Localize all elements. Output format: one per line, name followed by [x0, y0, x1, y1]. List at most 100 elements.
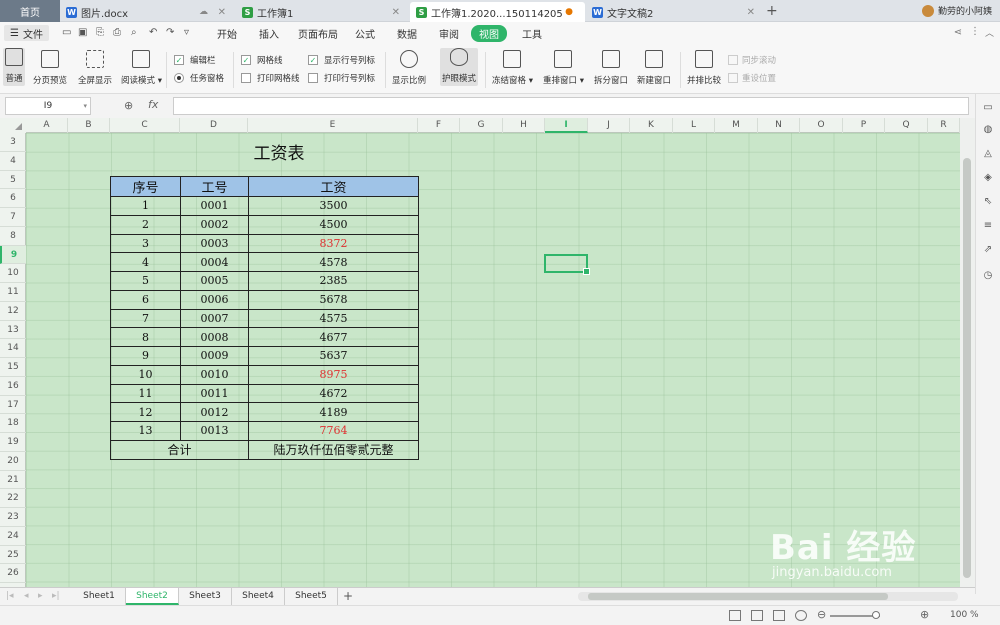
seq-cell[interactable]: 10 [110, 364, 181, 385]
column-header[interactable]: G [460, 118, 503, 133]
menu-data[interactable]: 数据 [397, 26, 417, 41]
sheet-tab[interactable]: Sheet3 [179, 588, 232, 605]
redo-icon[interactable]: ↷ [166, 27, 174, 38]
next-sheet-icon[interactable]: ▸ [38, 591, 43, 601]
header-cell[interactable]: 工资 [248, 176, 419, 197]
eye-protection-button[interactable]: 护眼模式 [440, 48, 479, 86]
settings-icon[interactable]: ≡ [982, 220, 994, 232]
column-header[interactable]: A [26, 118, 68, 133]
zoom-button[interactable]: 显示比例 [392, 50, 426, 86]
collapse-ribbon-icon[interactable]: ︿ [985, 26, 994, 39]
show-headers-checkbox[interactable]: ✓ 显示行号列标 [308, 54, 375, 66]
customize-icon[interactable]: ▿ [184, 27, 189, 38]
close-tab-icon[interactable]: ✕ [747, 7, 755, 18]
page-break-preview-button[interactable]: 分页预览 [33, 50, 67, 86]
horizontal-scrollbar[interactable] [578, 592, 958, 601]
new-tab-icon[interactable]: + [766, 3, 778, 19]
employee-id-cell[interactable]: 0011 [180, 383, 249, 404]
salary-cell[interactable]: 4500 [248, 214, 419, 235]
save-icon[interactable]: ▣ [78, 27, 87, 38]
formula-input[interactable] [173, 97, 969, 115]
page-layout-icon[interactable] [751, 610, 763, 621]
sheet-tab[interactable]: Sheet1 [73, 588, 126, 605]
reset-position-button[interactable]: 重设位置 [728, 72, 776, 84]
split-window-button[interactable]: 拆分窗口 [594, 50, 628, 86]
row-header[interactable]: 25 [0, 546, 26, 565]
row-header[interactable]: 14 [0, 339, 26, 358]
row-header[interactable]: 7 [0, 208, 26, 227]
reading-mode-button[interactable]: 阅读模式 ▾ [121, 50, 162, 86]
select-pointer-icon[interactable]: ⇖ [982, 196, 994, 208]
first-sheet-icon[interactable]: |◂ [6, 591, 14, 601]
column-header-selected[interactable]: I [545, 118, 588, 133]
employee-id-cell[interactable]: 0007 [180, 308, 249, 329]
vertical-scroll-thumb[interactable] [963, 158, 971, 578]
column-header[interactable]: N [758, 118, 800, 133]
eye-mode-icon[interactable] [795, 610, 807, 621]
seq-cell[interactable]: 2 [110, 214, 181, 235]
menu-insert[interactable]: 插入 [259, 26, 279, 41]
salary-cell[interactable]: 3500 [248, 196, 419, 216]
seq-cell[interactable]: 5 [110, 271, 181, 291]
employee-id-cell[interactable]: 0006 [180, 289, 249, 310]
row-header[interactable]: 15 [0, 358, 26, 377]
new-window-button[interactable]: 新建窗口 [637, 50, 671, 86]
style-icon[interactable]: ◍ [982, 124, 994, 136]
history-icon[interactable]: ◷ [982, 270, 994, 282]
zoom-in-icon[interactable]: ⊕ [920, 608, 929, 621]
row-header[interactable]: 5 [0, 171, 26, 190]
header-cell[interactable]: 序号 [110, 176, 181, 197]
employee-id-cell[interactable]: 0013 [180, 421, 249, 441]
sync-scroll-button[interactable]: 同步滚动 [728, 54, 776, 66]
fullscreen-button[interactable]: 全屏显示 [78, 50, 112, 86]
row-header[interactable]: 26 [0, 564, 26, 583]
salary-cell[interactable]: 7764 [248, 421, 419, 441]
zoom-percentage[interactable]: 100 % [950, 610, 979, 620]
close-tab-icon[interactable]: ✕ [392, 7, 400, 18]
sheet-tab[interactable]: Sheet5 [285, 588, 338, 605]
row-header[interactable]: 3 [0, 133, 26, 152]
more-icon[interactable]: ⋮ [970, 26, 980, 37]
row-header[interactable]: 9 [0, 245, 26, 265]
employee-id-cell[interactable]: 0002 [180, 214, 249, 235]
salary-cell[interactable]: 4189 [248, 402, 419, 422]
column-header[interactable]: R [928, 118, 960, 133]
column-header[interactable]: Q [885, 118, 928, 133]
side-by-side-button[interactable]: 并排比较 [687, 50, 721, 86]
tab-text-doc2[interactable]: W 文字文稿2 ✕ [586, 2, 761, 22]
row-header[interactable]: 8 [0, 227, 26, 246]
salary-cell[interactable]: 8372 [248, 233, 419, 254]
menu-formulas[interactable]: 公式 [355, 26, 375, 41]
column-header[interactable]: C [110, 118, 180, 133]
page-break-view-icon[interactable] [773, 610, 785, 621]
edit-bar-checkbox[interactable]: ✓ 编辑栏 [174, 54, 216, 66]
arrange-windows-button[interactable]: 重排窗口 ▾ [543, 50, 584, 86]
zoom-out-icon[interactable]: ⊖ [817, 608, 826, 621]
menu-view[interactable]: 视图 [471, 25, 507, 42]
total-label-cell[interactable]: 合计 [110, 439, 249, 460]
normal-view-icon[interactable] [729, 610, 741, 621]
salary-cell[interactable]: 5678 [248, 289, 419, 310]
menu-page-layout[interactable]: 页面布局 [298, 26, 338, 41]
employee-id-cell[interactable]: 0004 [180, 252, 249, 272]
row-header[interactable]: 4 [0, 152, 26, 171]
column-header[interactable]: O [800, 118, 843, 133]
freeze-panes-button[interactable]: 冻结窗格 ▾ [492, 50, 533, 86]
employee-id-cell[interactable]: 0012 [180, 402, 249, 422]
seq-cell[interactable]: 11 [110, 383, 181, 404]
task-pane-checkbox[interactable]: 任务窗格 [174, 72, 224, 84]
salary-cell[interactable]: 8975 [248, 364, 419, 385]
horizontal-scroll-thumb[interactable] [588, 593, 888, 600]
row-header[interactable]: 11 [0, 283, 26, 302]
seq-cell[interactable]: 1 [110, 196, 181, 216]
salary-cell[interactable]: 4575 [248, 308, 419, 329]
last-sheet-icon[interactable]: ▸| [52, 591, 60, 601]
column-header[interactable]: E [248, 118, 418, 133]
gridlines-checkbox[interactable]: ✓ 网格线 [241, 54, 283, 66]
salary-cell[interactable]: 4672 [248, 383, 419, 404]
employee-id-cell[interactable]: 0001 [180, 196, 249, 216]
salary-cell[interactable]: 4677 [248, 327, 419, 347]
close-tab-icon[interactable]: ✕ [218, 7, 226, 18]
seq-cell[interactable]: 6 [110, 289, 181, 310]
row-header[interactable]: 16 [0, 377, 26, 396]
